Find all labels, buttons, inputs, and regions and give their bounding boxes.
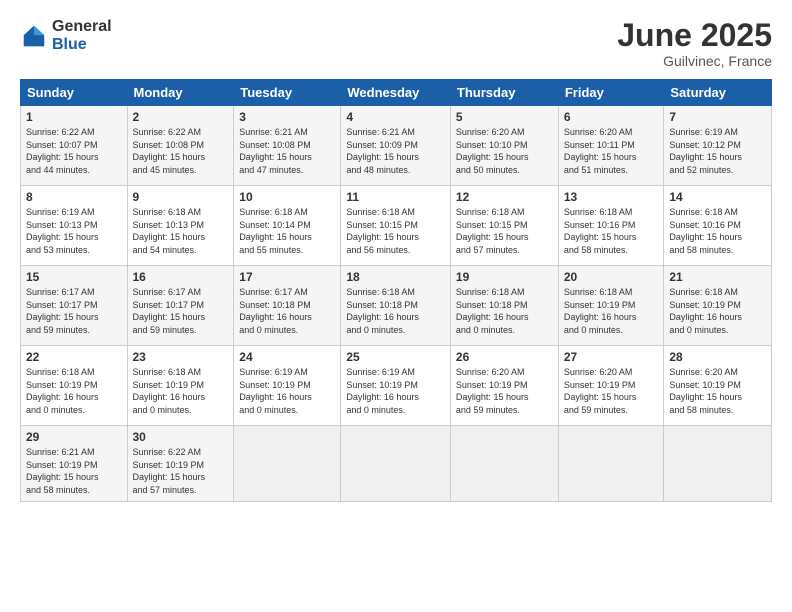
day-info: Sunrise: 6:22 AMSunset: 10:08 PMDaylight… [133,126,229,176]
day-number: 2 [133,110,229,124]
day-number: 27 [564,350,659,364]
day-info: Sunrise: 6:18 AMSunset: 10:19 PMDaylight… [26,366,122,416]
day-info: Sunrise: 6:21 AMSunset: 10:08 PMDaylight… [239,126,335,176]
day-info: Sunrise: 6:20 AMSunset: 10:19 PMDaylight… [564,366,659,416]
day-number: 18 [346,270,445,284]
day-number: 20 [564,270,659,284]
day-info: Sunrise: 6:18 AMSunset: 10:19 PMDaylight… [133,366,229,416]
day-number: 8 [26,190,122,204]
day-info: Sunrise: 6:18 AMSunset: 10:15 PMDaylight… [346,206,445,256]
day-info: Sunrise: 6:18 AMSunset: 10:13 PMDaylight… [133,206,229,256]
logo-blue: Blue [52,36,112,54]
logo-general: General [52,18,112,36]
day-number: 4 [346,110,445,124]
day-info: Sunrise: 6:22 AMSunset: 10:19 PMDaylight… [133,446,229,496]
day-number: 22 [26,350,122,364]
day-info: Sunrise: 6:17 AMSunset: 10:17 PMDaylight… [133,286,229,336]
day-number: 17 [239,270,335,284]
day-number: 23 [133,350,229,364]
day-info: Sunrise: 6:18 AMSunset: 10:16 PMDaylight… [564,206,659,256]
day-number: 21 [669,270,766,284]
day-info: Sunrise: 6:20 AMSunset: 10:11 PMDaylight… [564,126,659,176]
day-number: 1 [26,110,122,124]
header-friday: Friday [558,80,664,106]
day-info: Sunrise: 6:22 AMSunset: 10:07 PMDaylight… [26,126,122,176]
day-number: 13 [564,190,659,204]
day-info: Sunrise: 6:19 AMSunset: 10:19 PMDaylight… [346,366,445,416]
day-info: Sunrise: 6:18 AMSunset: 10:14 PMDaylight… [239,206,335,256]
day-info: Sunrise: 6:20 AMSunset: 10:19 PMDaylight… [456,366,553,416]
logo-icon [20,22,48,50]
header-row: Sunday Monday Tuesday Wednesday Thursday… [21,80,772,106]
day-number: 30 [133,430,229,444]
day-info: Sunrise: 6:17 AMSunset: 10:18 PMDaylight… [239,286,335,336]
day-info: Sunrise: 6:18 AMSunset: 10:16 PMDaylight… [669,206,766,256]
day-info: Sunrise: 6:19 AMSunset: 10:12 PMDaylight… [669,126,766,176]
day-info: Sunrise: 6:19 AMSunset: 10:13 PMDaylight… [26,206,122,256]
table-row: 1 Sunrise: 6:22 AMSunset: 10:07 PMDayligh… [21,106,772,186]
header-saturday: Saturday [664,80,772,106]
day-info: Sunrise: 6:17 AMSunset: 10:17 PMDaylight… [26,286,122,336]
day-number: 3 [239,110,335,124]
calendar-table: Sunday Monday Tuesday Wednesday Thursday… [20,79,772,501]
day-number: 14 [669,190,766,204]
day-number: 11 [346,190,445,204]
calendar-page: General Blue June 2025 Guilvinec, France… [0,0,792,612]
header-wednesday: Wednesday [341,80,451,106]
day-number: 25 [346,350,445,364]
header-thursday: Thursday [450,80,558,106]
day-number: 26 [456,350,553,364]
table-row: 15 Sunrise: 6:17 AMSunset: 10:17 PMDaylig… [21,266,772,346]
day-info: Sunrise: 6:18 AMSunset: 10:15 PMDaylight… [456,206,553,256]
header-monday: Monday [127,80,234,106]
day-info: Sunrise: 6:20 AMSunset: 10:19 PMDaylight… [669,366,766,416]
header: General Blue June 2025 Guilvinec, France [20,18,772,69]
day-number: 10 [239,190,335,204]
month-year: June 2025 [617,18,772,53]
day-number: 28 [669,350,766,364]
day-number: 16 [133,270,229,284]
day-info: Sunrise: 6:18 AMSunset: 10:18 PMDaylight… [346,286,445,336]
day-number: 6 [564,110,659,124]
table-row: 29 Sunrise: 6:21 AMSunset: 10:19 PMDaylig… [21,426,772,501]
day-info: Sunrise: 6:19 AMSunset: 10:19 PMDaylight… [239,366,335,416]
day-number: 7 [669,110,766,124]
day-number: 12 [456,190,553,204]
day-info: Sunrise: 6:20 AMSunset: 10:10 PMDaylight… [456,126,553,176]
day-number: 29 [26,430,122,444]
logo-text: General Blue [52,18,112,53]
day-info: Sunrise: 6:18 AMSunset: 10:19 PMDaylight… [564,286,659,336]
day-number: 24 [239,350,335,364]
day-number: 9 [133,190,229,204]
logo: General Blue [20,18,112,53]
title-area: June 2025 Guilvinec, France [617,18,772,69]
table-row: 8 Sunrise: 6:19 AMSunset: 10:13 PMDayligh… [21,186,772,266]
day-number: 19 [456,270,553,284]
day-info: Sunrise: 6:21 AMSunset: 10:19 PMDaylight… [26,446,122,496]
table-row: 22 Sunrise: 6:18 AMSunset: 10:19 PMDaylig… [21,346,772,426]
header-sunday: Sunday [21,80,128,106]
day-info: Sunrise: 6:18 AMSunset: 10:18 PMDaylight… [456,286,553,336]
location: Guilvinec, France [617,53,772,69]
header-tuesday: Tuesday [234,80,341,106]
day-number: 15 [26,270,122,284]
day-number: 5 [456,110,553,124]
day-info: Sunrise: 6:21 AMSunset: 10:09 PMDaylight… [346,126,445,176]
day-info: Sunrise: 6:18 AMSunset: 10:19 PMDaylight… [669,286,766,336]
